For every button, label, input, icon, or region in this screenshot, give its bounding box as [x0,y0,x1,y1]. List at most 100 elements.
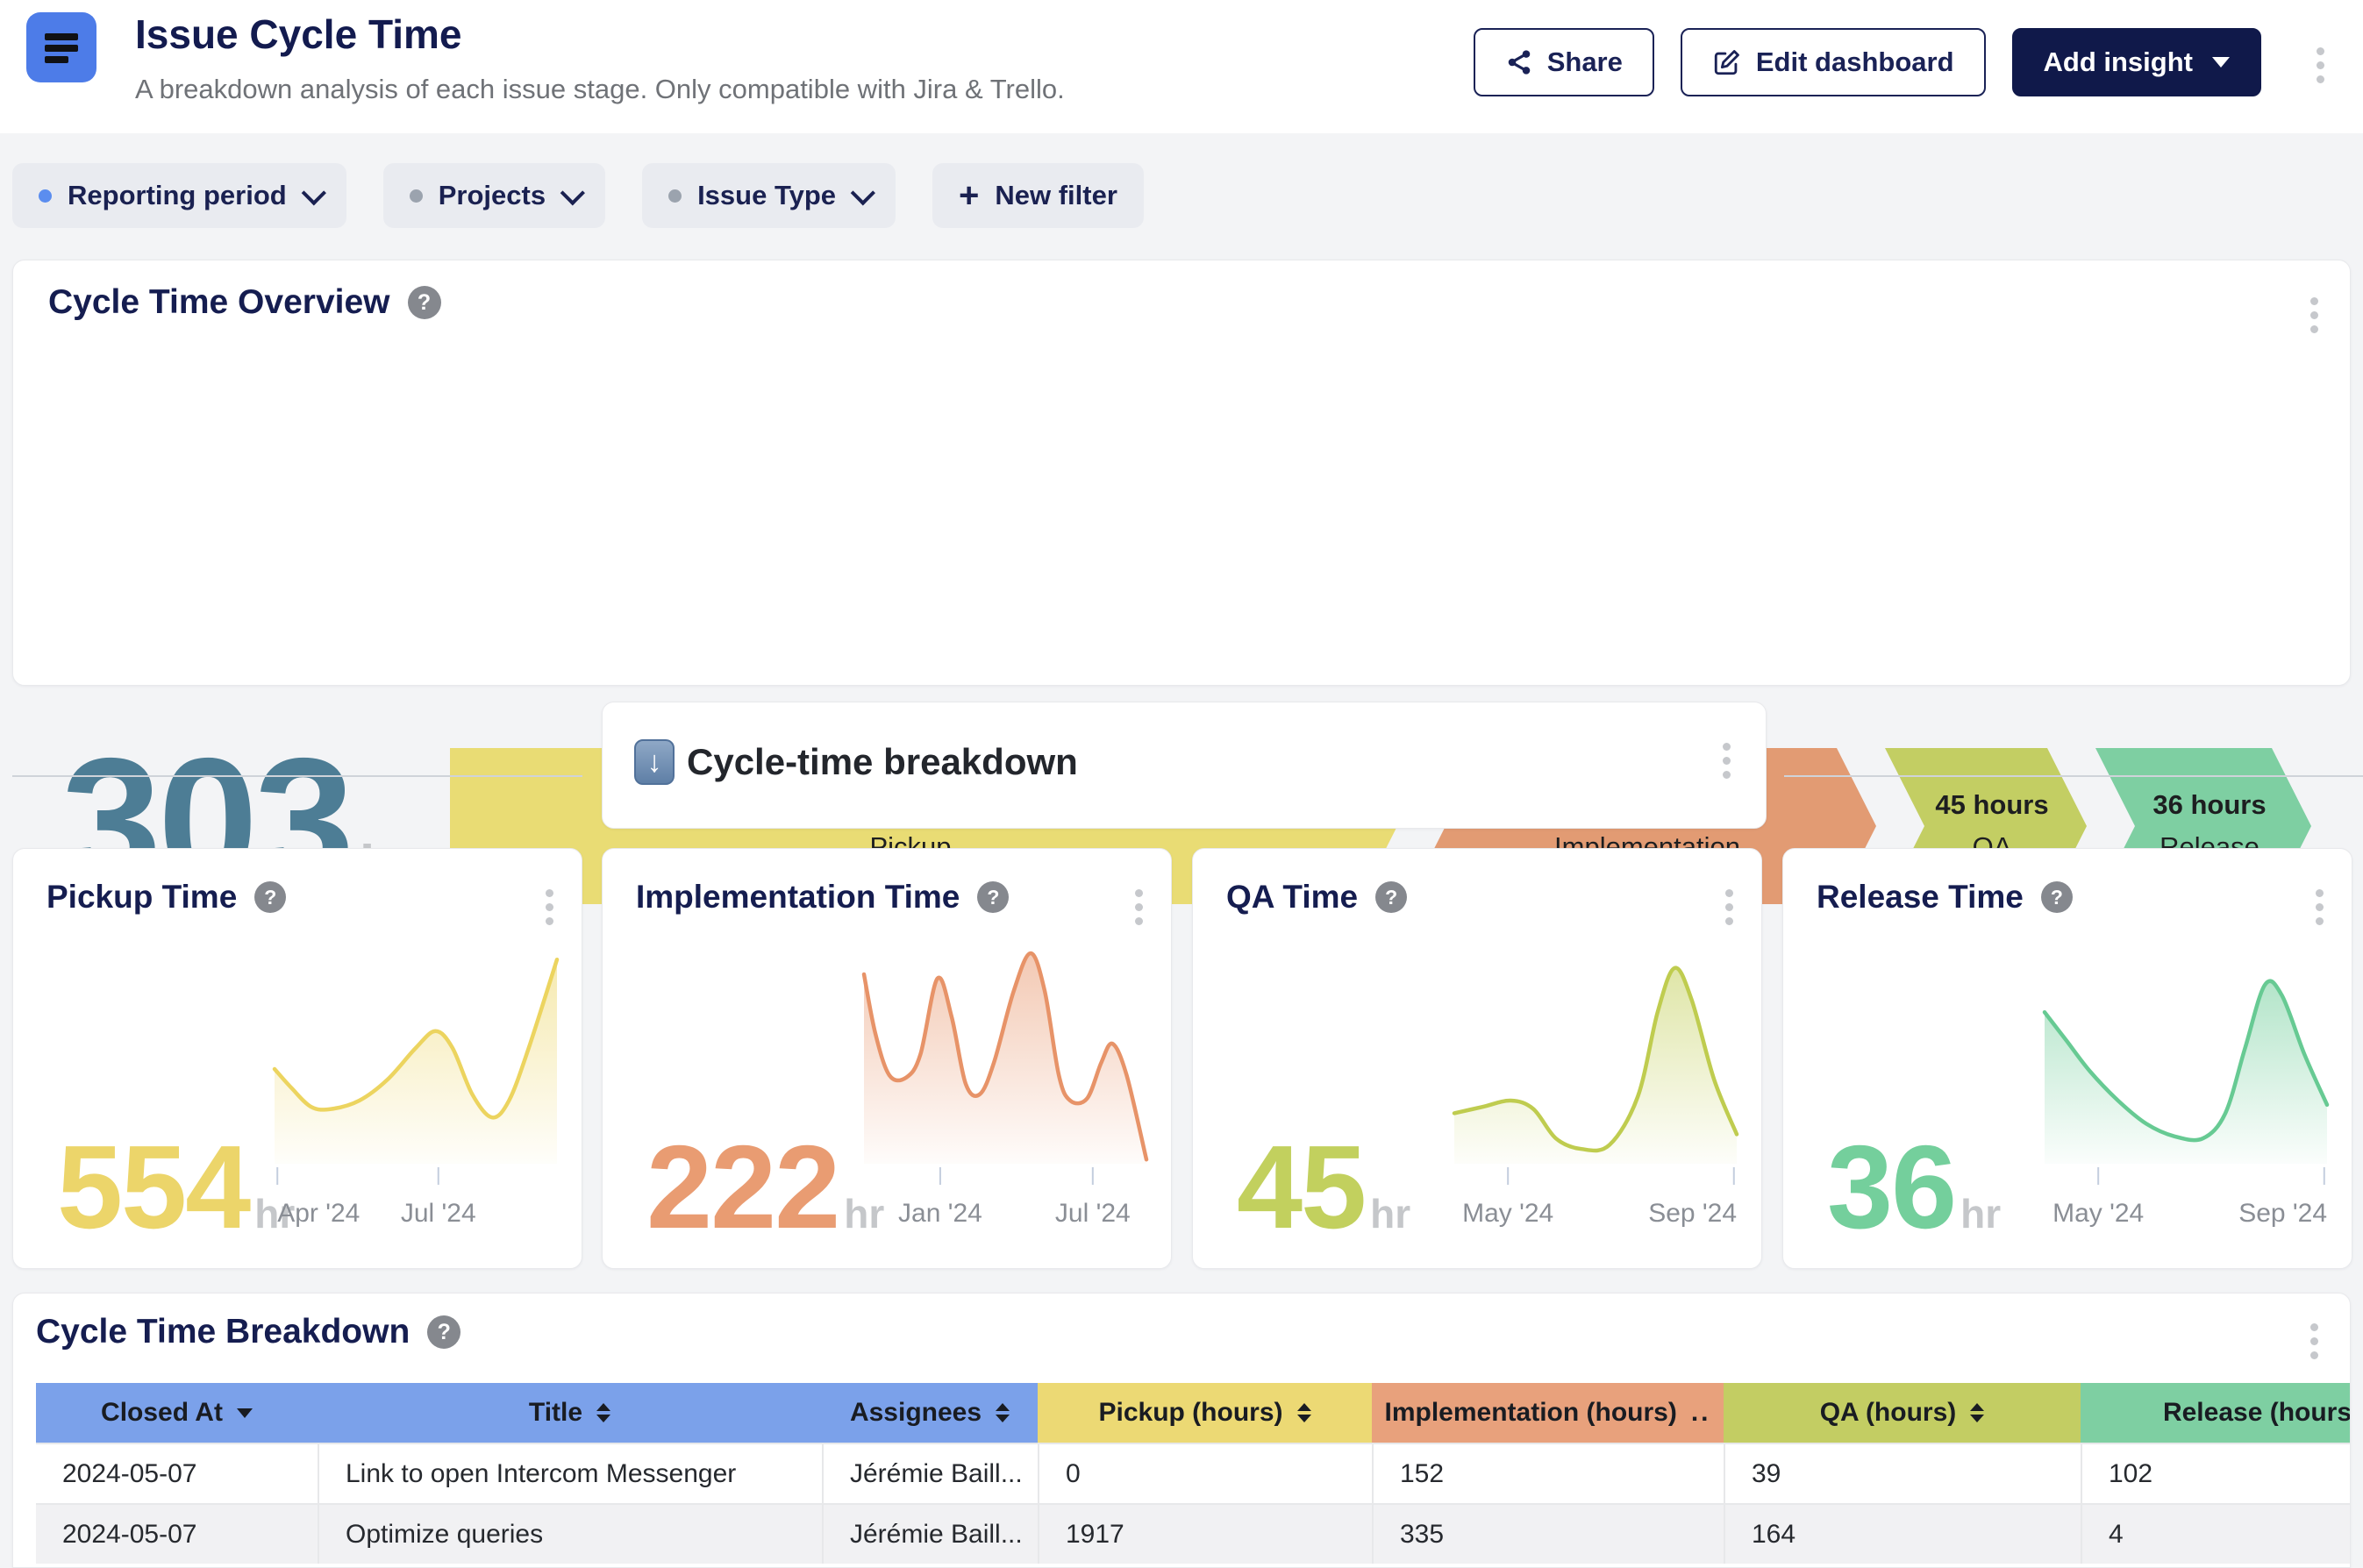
sparkline-chart: May '24 Sep '24 [1451,946,1740,1249]
filter-projects[interactable]: Projects [383,163,605,228]
svg-text:May '24: May '24 [1462,1199,1553,1228]
filter-reporting-period[interactable]: Reporting period [12,163,346,228]
stage-card-title: QA Time [1226,879,1358,916]
overview-card-title: Cycle Time Overview [48,283,390,322]
cell-pickup-hours: 0 [1038,1444,1372,1503]
add-insight-label: Add insight [2044,46,2193,78]
filter-label: Projects [439,180,546,211]
share-label: Share [1547,46,1623,78]
segment-hours: 45 hours [1935,789,2048,821]
cell-qa-hours: 39 [1724,1444,2081,1503]
column-header-assignees[interactable]: Assignees [822,1383,1038,1443]
cell-release-hours: 102 [2081,1444,2351,1503]
table-card-title: Cycle Time Breakdown [36,1313,410,1351]
cycle-time-breakdown-header-card: ↓ Cycle-time breakdown [602,702,1767,829]
new-filter-button[interactable]: New filter [932,163,1144,228]
stage-value: 36 [1827,1137,1955,1238]
edit-icon [1712,47,1742,77]
stage-card-kebab-menu[interactable] [2310,884,2329,930]
edit-dashboard-label: Edit dashboard [1756,46,1954,78]
segment-hours: 36 hours [2152,789,2266,821]
chevron-down-icon [560,181,585,205]
breakdown-kebab-menu[interactable] [1717,738,1736,784]
add-insight-button[interactable]: Add insight [2012,28,2261,96]
sparkline-chart: Jan '24 Jul '24 [860,946,1150,1249]
column-header-implementation-hours[interactable]: Implementation (hours).. [1372,1383,1724,1443]
sparkline-chart: Apr '24Jul '24 [271,946,560,1249]
stage-card-title: Release Time [1817,879,2024,916]
cell-implementation-hours: 335 [1372,1505,1724,1564]
dashboard-root: Issue Cycle Time A breakdown analysis of… [0,0,2363,1568]
column-header-pickup-hours[interactable]: Pickup (hours) [1038,1383,1372,1443]
svg-text:Jan '24: Jan '24 [898,1199,982,1228]
section-divider [1784,775,2363,777]
share-icon [1505,48,1533,76]
help-icon[interactable]: ? [1375,881,1407,913]
help-icon[interactable]: ? [977,881,1009,913]
filter-bar: Reporting period Projects Issue Type New… [12,163,1144,228]
share-button[interactable]: Share [1474,28,1654,96]
stage-unit: hr [1960,1190,2001,1237]
filter-label: Issue Type [697,180,836,211]
stage-metric: 554 hr [57,1137,295,1238]
table-kebab-menu[interactable] [2305,1318,2324,1365]
stage-metric: 222 hr [646,1137,884,1238]
filter-dot-icon [410,189,423,203]
page-title: Issue Cycle Time [135,11,461,58]
edit-dashboard-button[interactable]: Edit dashboard [1681,28,1986,96]
stage-value: 45 [1237,1137,1365,1238]
cell-closed-at: 2024-05-07 [36,1444,318,1503]
chevron-down-icon [851,181,875,205]
cycle-time-breakdown-table-card: Cycle Time Breakdown ? Closed At Title A… [12,1293,2351,1568]
filter-dot-icon [668,189,682,203]
stage-value: 222 [646,1137,839,1238]
cell-release-hours: 4 [2081,1505,2351,1564]
column-header-release-hours[interactable]: Release (hours) [2081,1383,2351,1443]
stage-metric: 45 hr [1237,1137,1410,1238]
filter-dot-icon [39,189,52,203]
overview-kebab-menu[interactable] [2305,292,2324,339]
stage-card-title: Implementation Time [636,879,960,916]
new-filter-label: New filter [995,180,1117,211]
svg-text:May '24: May '24 [2052,1199,2144,1228]
down-arrow-emoji-icon: ↓ [634,739,675,785]
table-header-row: Closed At Title Assignees Pickup (hours)… [36,1383,2351,1443]
help-icon[interactable]: ? [427,1315,460,1349]
help-icon[interactable]: ? [254,881,286,913]
qa-time-card: QA Time ? 45 hr May '24 Sep '24 [1192,848,1762,1269]
filter-label: Reporting period [68,180,287,211]
stage-card-title: Pickup Time [46,879,237,916]
svg-text:Sep '24: Sep '24 [2238,1199,2327,1228]
hamburger-bar [45,33,78,40]
release-time-card: Release Time ? 36 hr May '24 Sep '24 [1782,848,2352,1269]
column-header-title[interactable]: Title [318,1383,822,1443]
hamburger-bar [45,56,68,63]
table-row[interactable]: 2024-05-07 Link to open Intercom Messeng… [36,1443,2351,1503]
help-icon[interactable]: ? [408,286,441,319]
stage-card-kebab-menu[interactable] [1720,884,1738,930]
header: Issue Cycle Time A breakdown analysis of… [0,0,2363,133]
hamburger-bar [45,45,78,52]
stage-unit: hr [1370,1190,1410,1237]
issues-table: Closed At Title Assignees Pickup (hours)… [36,1383,2351,1564]
help-icon[interactable]: ? [2041,881,2073,913]
svg-text:Sep '24: Sep '24 [1648,1199,1737,1228]
cell-qa-hours: 164 [1724,1505,2081,1564]
svg-text:Jul '24: Jul '24 [1055,1199,1131,1228]
stage-card-kebab-menu[interactable] [1130,884,1148,930]
filter-issue-type[interactable]: Issue Type [642,163,896,228]
stage-card-kebab-menu[interactable] [540,884,559,930]
pickup-time-card: Pickup Time ? 554 hr Apr '24Jul '24 [12,848,582,1269]
cell-closed-at: 2024-05-07 [36,1505,318,1564]
table-row[interactable]: 2024-05-07 Optimize queries Jérémie Bail… [36,1503,2351,1564]
dashboard-menu-icon[interactable] [26,12,96,82]
column-header-closed-at[interactable]: Closed At [36,1383,318,1443]
cell-pickup-hours: 1917 [1038,1505,1372,1564]
svg-text:Jul '24: Jul '24 [401,1199,476,1228]
column-header-qa-hours[interactable]: QA (hours) [1724,1383,2081,1443]
header-actions: Share Edit dashboard Add insight [1474,28,2261,96]
breakdown-card-title: Cycle-time breakdown [687,741,1078,783]
chevron-down-icon [301,181,325,205]
chevron-down-icon [2212,57,2230,68]
header-kebab-menu[interactable] [2311,42,2330,89]
